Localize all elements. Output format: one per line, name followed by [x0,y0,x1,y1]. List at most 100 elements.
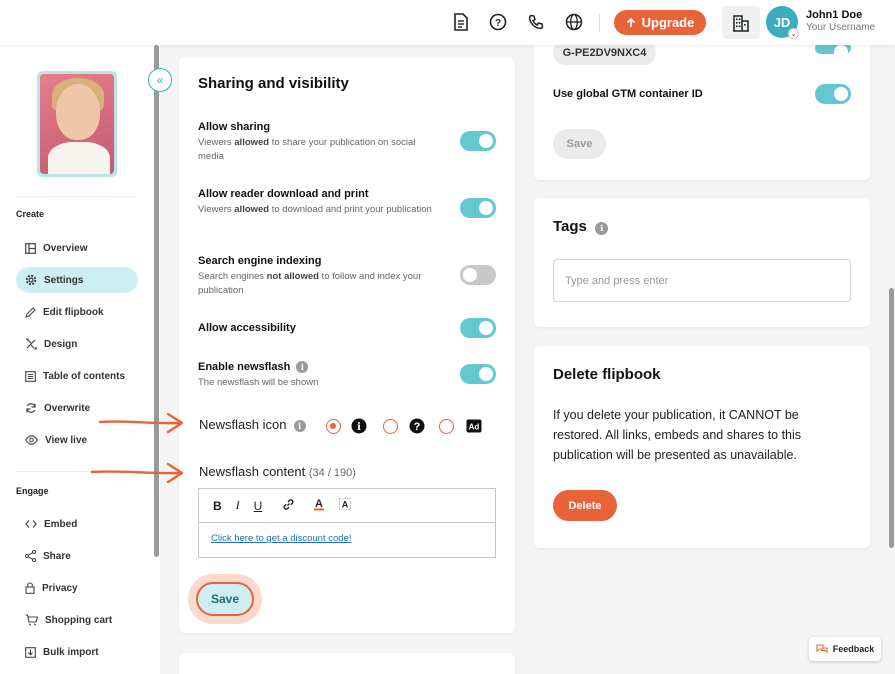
svg-text:i: i [357,422,361,433]
refresh-icon [26,403,36,413]
text-color-icon[interactable]: A [313,497,325,514]
gtm-save-button[interactable]: Save [553,129,606,159]
help-icon[interactable]: ? [488,12,508,32]
organization-icon [733,14,749,32]
newsflash-editor[interactable]: B I U A A Click here to get a discount c… [198,488,496,558]
code-icon [25,520,37,528]
link-icon[interactable] [282,498,295,514]
gtm-global-label: Use global GTM container ID [553,88,703,100]
next-card [179,653,515,674]
sidebar-item-label: Share [43,550,71,562]
sidebar-item-edit-flipbook[interactable]: Edit flipbook [16,299,138,325]
phone-icon[interactable] [526,12,546,32]
pencil-icon [25,306,36,318]
setting-description: Search engines not allowed to follow and… [198,271,422,296]
svg-text:?: ? [495,18,501,29]
sidebar-item-shopping-cart[interactable]: Shopping cart [16,607,138,633]
user-name: John1 Doe [806,9,863,21]
sidebar-item-bulk-import[interactable]: Bulk import [16,639,138,665]
ad-icon: Ad [466,418,482,434]
sidebar-item-table-of-contents[interactable]: Table of contents [16,363,138,389]
section-engage: Engage [16,486,49,496]
setting-description: The newsflash will be shown [198,377,319,388]
globe-icon[interactable] [564,12,584,32]
newsflash-icon-radio-question[interactable] [383,419,398,434]
svg-text:Ad: Ad [469,423,480,432]
allow-accessibility-toggle[interactable] [460,318,496,338]
annotation-arrow-icon [98,412,184,434]
separator [599,14,600,32]
collapse-sidebar-button[interactable]: « [148,68,172,92]
enable-newsflash-toggle[interactable] [460,364,496,384]
sidebar-item-label: Table of contents [43,370,126,382]
editor-toolbar: B I U A A [199,489,495,523]
info-icon[interactable]: i [595,221,609,235]
sidebar-item-label: Shopping cart [45,614,113,626]
setting-title: Enable newsflash i [198,361,309,373]
search-engine-indexing-toggle[interactable] [460,265,496,285]
global-gtm-toggle[interactable] [815,84,851,104]
user-username: Your Username [806,22,876,33]
bold-button[interactable]: B [213,499,222,513]
eye-icon [25,435,38,445]
card-title: Sharing and visibility [198,75,349,92]
newsflash-content-label: Newsflash content (34 / 190) [199,464,356,479]
sidebar-item-label: Bulk import [43,646,99,658]
newsflash-icon-radio-info[interactable] [326,419,341,434]
delete-title: Delete flipbook [553,366,661,383]
setting-title: Search engine indexing [198,255,322,267]
arrow-up-icon [626,17,635,27]
sidebar-item-share[interactable]: Share [16,543,138,569]
info-icon[interactable]: i [296,361,309,373]
highlight-color-icon[interactable]: A [339,498,352,513]
info-icon[interactable]: i [293,420,306,432]
sidebar-item-design[interactable]: Design [16,331,138,357]
document-icon[interactable] [451,12,471,32]
tags-input[interactable] [553,259,851,302]
delete-button[interactable]: Delete [553,490,617,521]
share-icon [25,550,36,562]
sidebar-item-label: Edit flipbook [43,306,104,318]
allow-sharing-toggle[interactable] [460,131,496,151]
chevron-down-icon[interactable]: ⌄ [788,28,799,39]
upgrade-button[interactable]: Upgrade [614,10,706,35]
save-button[interactable]: Save [196,582,254,616]
cover-image [40,74,114,174]
feedback-label: Feedback [832,644,875,654]
tags-title: Tags i [553,218,609,235]
overview-icon [25,242,36,254]
feedback-button[interactable]: Feedback [809,637,881,661]
setting-description: Viewers allowed to download and print yo… [198,204,432,215]
newsflash-link[interactable]: Click here to get a discount code! [211,533,351,544]
double-chevron-left-icon: « [156,73,164,87]
publication-cover[interactable] [37,71,117,177]
section-create: Create [16,209,45,219]
newsflash-icon-radio-ad[interactable] [439,419,454,434]
underline-button[interactable]: U [254,499,263,513]
sidebar-item-label: Design [44,338,78,350]
allow-download-print-toggle[interactable] [460,198,496,218]
toc-icon [25,370,36,382]
sidebar-item-settings[interactable]: Settings [16,267,138,293]
newsflash-icon-label: Newsflash icon i [199,417,306,432]
setting-description: Viewers allowed to share your publicatio… [198,137,416,162]
annotation-arrow-icon [90,462,184,484]
delete-warning-text: If you delete your publication, it CANNO… [553,408,802,462]
sidebar-item-privacy[interactable]: Privacy [16,575,138,601]
italic-button[interactable]: I [236,498,240,513]
main-scrollbar[interactable] [889,288,894,548]
setting-title: Allow accessibility [198,322,296,334]
import-icon [25,646,36,658]
avatar-initials: JD [773,14,791,30]
svg-text:A: A [315,498,323,510]
sidebar-item-embed[interactable]: Embed [16,511,138,537]
editor-content[interactable]: Click here to get a discount code! [199,523,495,554]
character-count: (34 / 190) [308,467,356,479]
sidebar-item-overview[interactable]: Overview [16,235,138,261]
organization-button[interactable] [722,6,760,39]
info-circle-icon: i [351,418,367,434]
cart-icon [25,614,38,626]
setting-title: Allow sharing [198,121,271,133]
sidebar-item-label: View live [45,434,88,446]
sidebar-item-label: Overview [43,242,88,254]
